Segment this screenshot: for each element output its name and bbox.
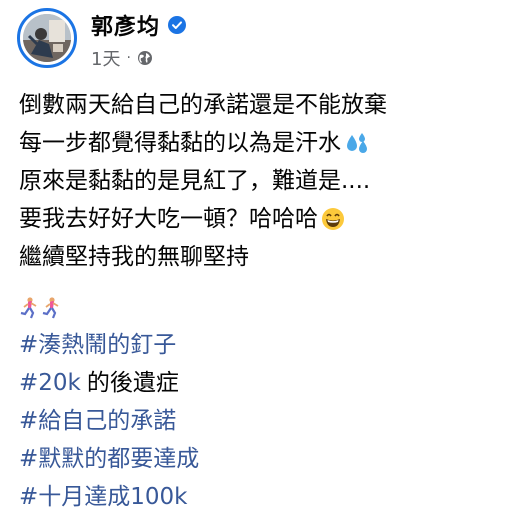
line-spacer	[19, 276, 509, 290]
author-row: 郭彥均	[91, 9, 187, 41]
grinning-face-icon	[322, 208, 344, 230]
hashtag-suffix-text: 的後遺症	[86, 370, 179, 396]
hashtag-line: #湊熱鬧的釘子	[19, 326, 509, 364]
author-name[interactable]: 郭彥均	[91, 9, 160, 41]
post-line: 繼續堅持我的無聊堅持	[19, 238, 509, 276]
woman-running-icon	[42, 297, 59, 319]
post-meta: 1天 ·	[91, 46, 153, 70]
hashtag-link[interactable]: #給自己的承諾	[19, 402, 176, 440]
hashtag-link[interactable]: #湊熱鬧的釘子	[19, 326, 176, 364]
hashtag-link[interactable]: #20k	[19, 364, 81, 402]
facebook-post: 郭彥均 1天 · 倒數兩天給自己的承諾還是不能放棄 每一步都覺得黏黏的以為是汗水	[0, 0, 518, 510]
post-body: 倒數兩天給自己的承諾還是不能放棄 每一步都覺得黏黏的以為是汗水 原來是黏黏的是見…	[19, 86, 509, 516]
post-line: 原來是黏黏的是見紅了，難道是....	[19, 162, 509, 200]
profile-avatar[interactable]	[17, 8, 77, 68]
post-timestamp[interactable]: 1天	[91, 45, 120, 71]
avatar-image-icon	[23, 14, 71, 62]
post-line: 要我去好好大吃一頓？哈哈哈	[19, 200, 509, 238]
post-line-text: 原來是黏黏的是見紅了，難道是....	[19, 168, 371, 194]
hashtag-line: #默默的都要達成	[19, 440, 509, 478]
runners-emoji-row	[19, 290, 509, 326]
meta-separator: ·	[126, 50, 131, 66]
verified-badge-icon	[168, 16, 187, 34]
sweat-droplets-icon	[347, 133, 367, 153]
globe-icon[interactable]	[137, 50, 153, 66]
post-header: 郭彥均 1天 ·	[17, 8, 497, 72]
post-line: 倒數兩天給自己的承諾還是不能放棄	[19, 86, 509, 124]
hashtag-line: #20k 的後遺症	[19, 364, 509, 402]
post-line-text: 倒數兩天給自己的承諾還是不能放棄	[19, 92, 387, 118]
post-line-text: 要我去好好大吃一頓？哈哈哈	[19, 206, 318, 232]
hashtag-line: #十月達成100k	[19, 478, 509, 516]
post-line-text: 每一步都覺得黏黏的以為是汗水	[19, 130, 341, 156]
post-line-text: 繼續堅持我的無聊堅持	[19, 244, 249, 270]
avatar-photo	[23, 14, 71, 62]
hashtag-link[interactable]: #十月達成100k	[19, 478, 188, 516]
hashtag-line: #給自己的承諾	[19, 402, 509, 440]
post-line: 每一步都覺得黏黏的以為是汗水	[19, 124, 509, 162]
woman-running-icon	[20, 297, 37, 319]
hashtag-link[interactable]: #默默的都要達成	[19, 440, 199, 478]
